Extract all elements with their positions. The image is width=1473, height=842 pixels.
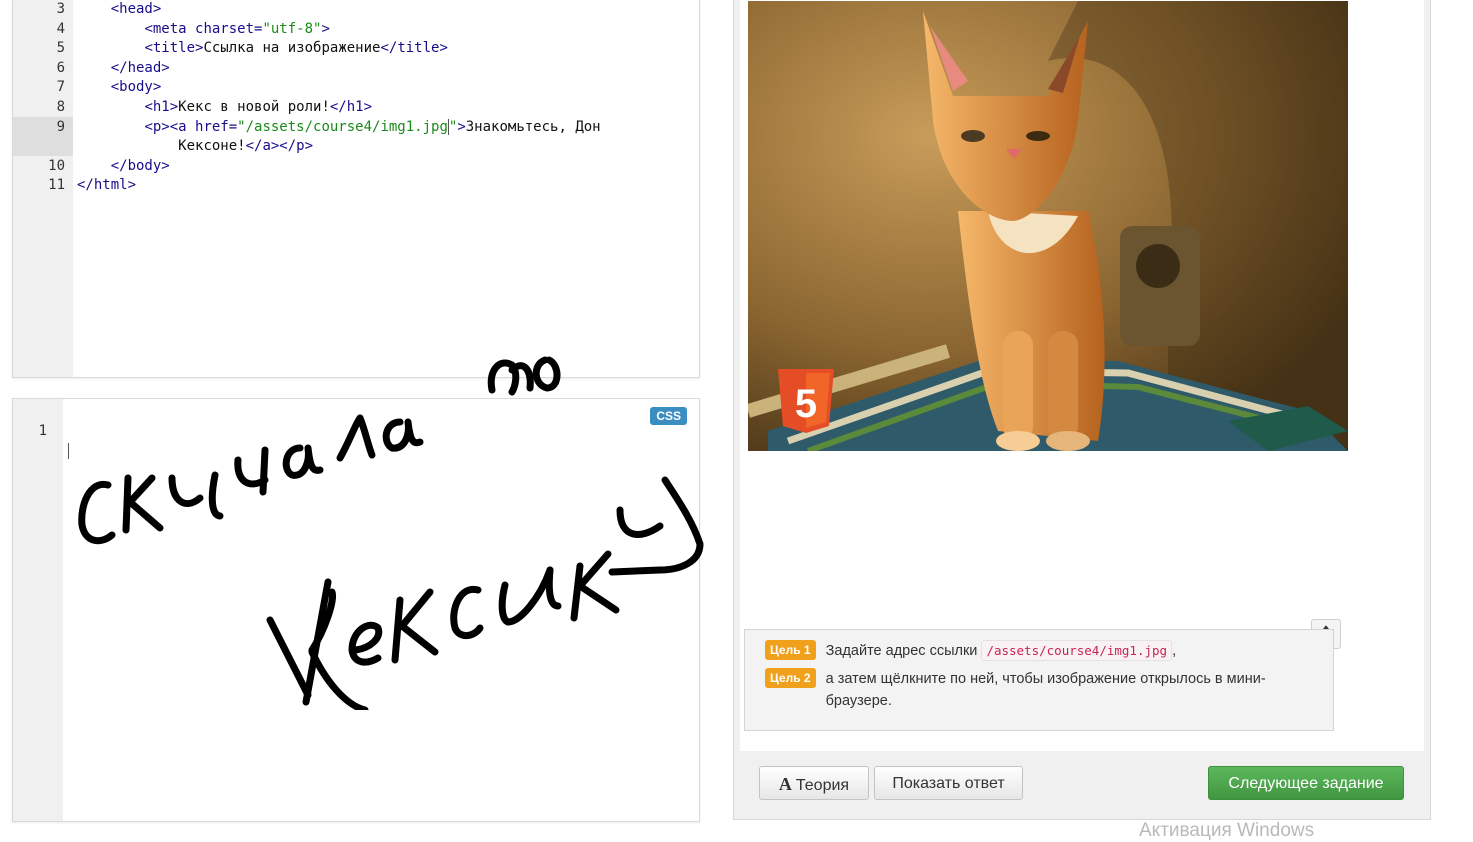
code-line: 4 <meta charset="utf-8"> <box>13 19 699 39</box>
line-code: </head> <box>110 59 170 76</box>
line-number: 3 <box>56 1 65 17</box>
goal-2-badge: Цель 2 <box>765 668 816 688</box>
goal-1-code: /assets/course4/img1.jpg <box>981 640 1173 661</box>
code-line: 5 <title>Ссылка на изображение</title> <box>13 38 699 58</box>
html5-logo-text: 5 <box>795 382 817 426</box>
line-number: 11 <box>48 177 65 194</box>
line-code: Кексоне!</a></p> <box>178 138 314 155</box>
line-number: 1 <box>38 423 47 439</box>
line-number: 9 <box>56 118 65 135</box>
line-number: 5 <box>56 40 65 57</box>
css-code-line: 1 <box>13 401 699 459</box>
goal-1-text: Задайте адрес ссылки /assets/course4/img… <box>826 640 1176 662</box>
goal-1-badge: Цель 1 <box>765 640 816 660</box>
theory-icon: A <box>778 774 792 794</box>
line-code: <h1>Кекс в новой роли!</h1> <box>144 99 373 115</box>
line-code: </body> <box>110 157 170 174</box>
line-number: 6 <box>56 59 65 76</box>
line-code: <title>Ссылка на изображение</title> <box>144 40 448 57</box>
css-cursor <box>68 441 69 461</box>
cat-photo[interactable]: 5 <box>748 1 1348 451</box>
css-badge: CSS <box>650 407 687 425</box>
mini-browser[interactable]: 5 🡅 Цель 1 Задайте адрес ссылки /assets/… <box>740 0 1424 751</box>
code-line: 10 </body> <box>13 156 699 176</box>
css-code-editor[interactable]: 1 CSS <box>12 398 700 822</box>
goal-2-text: а затем щёлкните по ней, чтобы изображен… <box>825 671 1266 709</box>
line-number: 10 <box>48 157 65 174</box>
line-code: <head> <box>110 1 162 17</box>
theory-button[interactable]: A Теория <box>759 766 869 800</box>
code-line: 3 <head> <box>13 0 699 19</box>
line-code: </html> <box>77 177 137 194</box>
code-line: 9 <p><a href="/assets/course4/img1.jpg">… <box>13 116 699 137</box>
code-line: 6 </head> <box>13 58 699 78</box>
line-code: <p><a href="/assets/course4/img1.jpg">Зн… <box>144 118 601 135</box>
line-number: 7 <box>56 79 65 96</box>
windows-activation-watermark: Активация Windows <box>1139 820 1315 841</box>
html-code-editor[interactable]: 3 <head> 4 <meta charset="utf-8"> 5 <title… <box>12 0 700 378</box>
goal-2: Цель 2 а затем щёлкните по ней, чтобы из… <box>765 668 1325 712</box>
code-line: 8 <h1>Кекс в новой роли!</h1> <box>13 97 699 117</box>
show-answer-button[interactable]: Показать ответ <box>874 766 1023 800</box>
code-line: Кексоне!</a></p> <box>13 136 699 157</box>
goals-box: Цель 1 Задайте адрес ссылки /assets/cour… <box>744 629 1334 731</box>
line-code: <meta charset="utf-8"> <box>144 20 330 37</box>
line-number: 8 <box>56 99 65 115</box>
preview-panel: 5 🡅 Цель 1 Задайте адрес ссылки /assets/… <box>733 0 1431 820</box>
goal-1: Цель 1 Задайте адрес ссылки /assets/cour… <box>765 640 1176 662</box>
line-number: 4 <box>56 20 65 37</box>
code-line: 11 </html> <box>13 175 699 195</box>
line-code: <body> <box>110 79 162 96</box>
next-task-button[interactable]: Следующее задание <box>1208 766 1404 800</box>
code-line: 7 <body> <box>13 77 699 97</box>
